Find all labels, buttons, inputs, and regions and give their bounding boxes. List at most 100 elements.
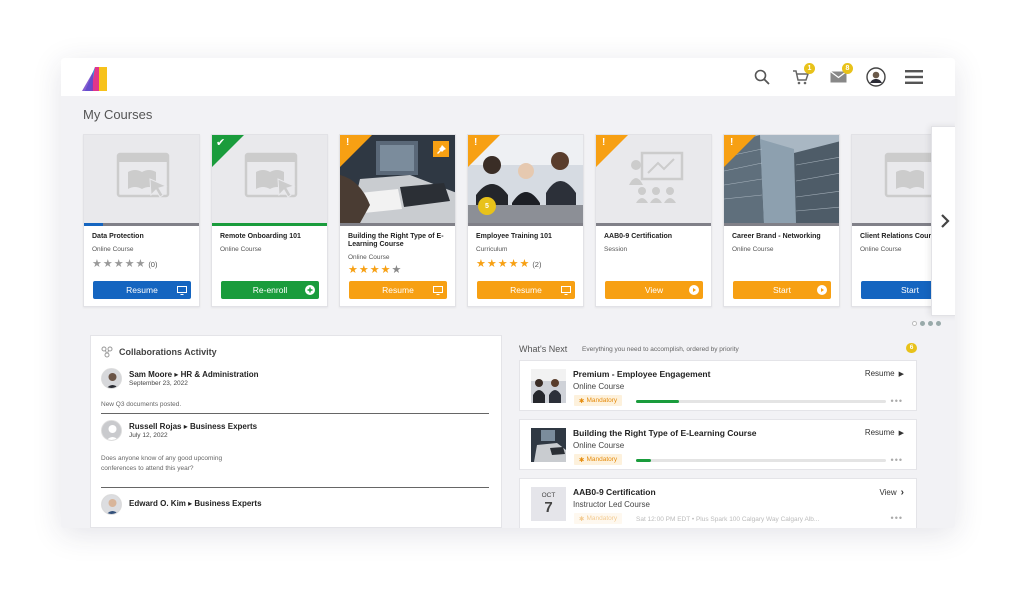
rating-count: (2) (532, 260, 542, 269)
re-enroll-button[interactable]: Re-enroll (221, 281, 319, 299)
avatar (101, 494, 122, 515)
course-card[interactable]: ! 5 Employee Training 101 Curriculum ★★★… (467, 134, 584, 307)
button-label: Resume (126, 285, 158, 295)
screen-play-icon (560, 284, 572, 296)
play-triangle-icon: ▶ (898, 370, 904, 378)
course-progress (84, 223, 199, 226)
whats-next-item[interactable]: Premium - Employee Engagement Online Cou… (519, 360, 917, 411)
item-title[interactable]: AAB0-9 Certification (573, 487, 656, 497)
post-text: New Q3 documents posted. (101, 401, 182, 408)
course-rating: ★★★★★ (0) (92, 258, 158, 270)
course-card[interactable]: ✔ Remote Onboarding 101 Online Course Re… (211, 134, 328, 307)
post-author[interactable]: Edward O. Kim ▸ Business Experts (129, 499, 262, 508)
avatar (101, 368, 122, 389)
asterisk-icon: ✱ (579, 515, 585, 523)
checkmark-icon: ✔ (216, 137, 226, 149)
header-actions: 1 8 (751, 63, 925, 88)
post-text: Does anyone know of any good upcoming co… (101, 455, 223, 472)
top-bar: 1 8 (61, 58, 955, 96)
course-progress (340, 223, 455, 226)
whats-next-subtitle: Everything you need to accomplish, order… (582, 346, 739, 353)
start-button[interactable]: Start (733, 281, 831, 299)
carousel-dot[interactable] (936, 321, 941, 326)
course-progress-fill (212, 223, 327, 226)
screen-play-icon (176, 284, 188, 296)
curriculum-count-badge: 5 (478, 197, 496, 215)
course-rating: ★★★★★ (348, 264, 403, 276)
exclamation-icon: ! (346, 137, 350, 148)
view-link[interactable]: View › (879, 487, 904, 498)
course-card[interactable]: ! Career Brand - Networking Online Cours… (723, 134, 840, 307)
course-title: Building the Right Type of E-Learning Co… (348, 233, 444, 248)
item-type: Online Course (573, 382, 625, 391)
divider (101, 413, 489, 414)
button-label: Re-enroll (252, 285, 288, 295)
course-card[interactable]: ! AAB0-9 Certification Session View (595, 134, 712, 307)
whats-next-item[interactable]: Building the Right Type of E-Learning Co… (519, 419, 917, 470)
search-icon[interactable] (751, 66, 773, 88)
view-button[interactable]: View (605, 281, 703, 299)
resume-link[interactable]: Resume ▶ (865, 428, 904, 437)
course-progress (596, 223, 711, 226)
course-title: Data Protection (92, 233, 144, 240)
mandatory-tag: ✱ Mandatory (574, 395, 623, 406)
course-placeholder-icon (116, 152, 170, 198)
avatar (101, 420, 122, 441)
more-options-icon[interactable]: ••• (891, 396, 903, 406)
item-type: Online Course (573, 441, 625, 450)
mandatory-tag: ✱ Mandatory (574, 513, 623, 524)
resume-button[interactable]: Resume (349, 281, 447, 299)
item-thumbnail (531, 428, 566, 462)
course-progress (468, 223, 583, 226)
more-options-icon[interactable]: ••• (891, 455, 903, 465)
asterisk-icon: ✱ (579, 397, 585, 405)
cart-icon[interactable]: 1 (789, 63, 815, 88)
carousel-dot[interactable] (912, 321, 917, 326)
carousel-dot[interactable] (928, 321, 933, 326)
collaboration-icon (101, 346, 113, 358)
item-title[interactable]: Building the Right Type of E-Learning Co… (573, 428, 757, 438)
brand-logo[interactable] (81, 64, 111, 92)
course-type: Online Course (92, 246, 134, 253)
user-avatar-icon[interactable] (865, 66, 887, 88)
button-label: Resume (382, 285, 414, 295)
course-title: Remote Onboarding 101 (220, 233, 301, 240)
pin-icon[interactable] (433, 141, 449, 157)
exclamation-icon: ! (730, 137, 734, 148)
alert-corner (340, 135, 372, 167)
alert-corner (724, 135, 756, 167)
carousel-dot[interactable] (920, 321, 925, 326)
hamburger-menu-icon[interactable] (903, 66, 925, 88)
resume-button[interactable]: Resume (477, 281, 575, 299)
course-type: Online Course (860, 246, 902, 253)
item-title[interactable]: Premium - Employee Engagement (573, 369, 710, 379)
post-author[interactable]: Sam Moore ▸ HR & Administration (129, 370, 259, 379)
course-card[interactable]: ! Building the Right Type of E-Learning … (339, 134, 456, 307)
more-options-icon[interactable]: ••• (891, 513, 903, 523)
play-circle-icon (816, 284, 828, 296)
course-type: Online Course (732, 246, 774, 253)
whats-next-title: What's Next (519, 344, 568, 354)
item-thumbnail (531, 369, 566, 403)
post-author[interactable]: Russell Rojas ▸ Business Experts (129, 422, 257, 431)
divider (101, 487, 489, 488)
collaborations-title: Collaborations Activity (119, 347, 217, 357)
course-progress (724, 223, 839, 226)
resume-link[interactable]: Resume ▶ (865, 369, 904, 378)
carousel-next-button[interactable] (931, 126, 955, 316)
collaborations-header: Collaborations Activity (101, 346, 217, 358)
mail-badge: 8 (842, 63, 853, 74)
post-date: July 12, 2022 (129, 432, 168, 439)
course-rating: ★★★★★ (2) (476, 258, 542, 270)
carousel-dots (912, 321, 941, 326)
resume-button[interactable]: Resume (93, 281, 191, 299)
course-progress-fill (84, 223, 103, 226)
mail-icon[interactable]: 8 (827, 63, 853, 88)
my-courses-title: My Courses (83, 107, 153, 122)
cart-badge: 1 (804, 63, 815, 74)
session-details: Sat 12:00 PM EDT • Plus Spark 100 Calgar… (636, 516, 820, 523)
item-progress-fill (636, 459, 651, 462)
course-type: Online Course (348, 254, 390, 261)
whats-next-item[interactable]: OCT 7 AAB0-9 Certification Instructor Le… (519, 478, 917, 528)
course-card[interactable]: Data Protection Online Course ★★★★★ (0) R… (83, 134, 200, 307)
